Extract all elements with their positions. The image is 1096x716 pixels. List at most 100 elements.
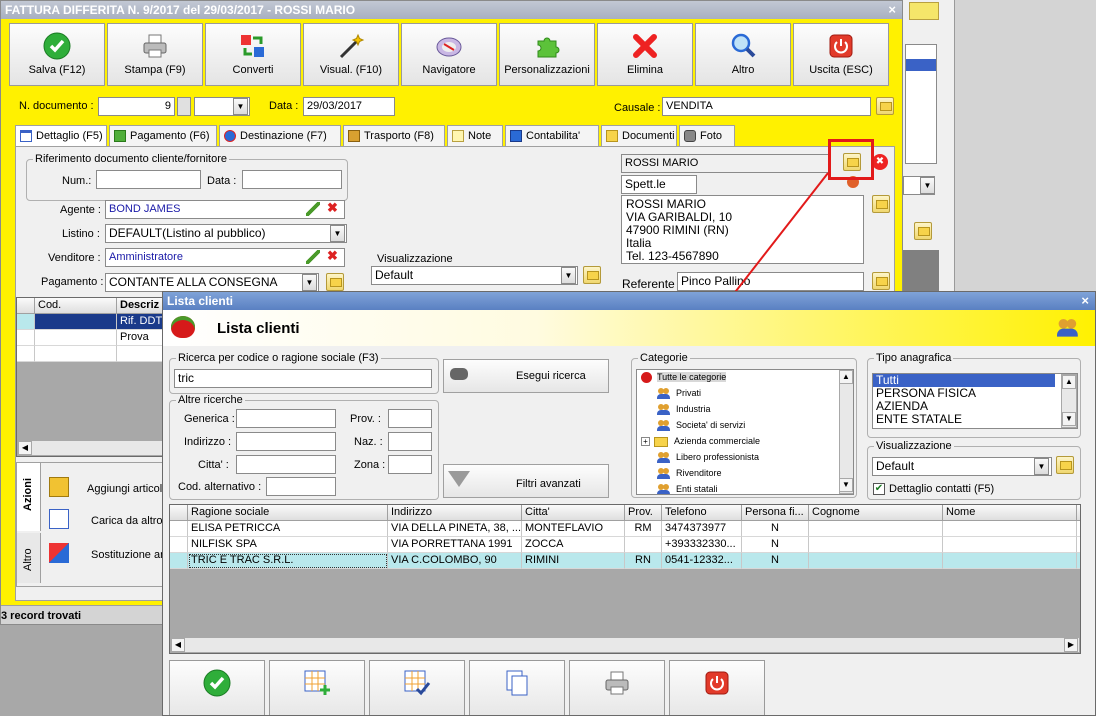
- background-dropdown-arrow[interactable]: ▼: [920, 177, 935, 194]
- tab-trasporto[interactable]: Trasporto (F8): [343, 125, 445, 146]
- agent-edit-icon[interactable]: [306, 202, 320, 216]
- select-button[interactable]: [169, 660, 265, 715]
- date-field[interactable]: 29/03/2017: [303, 97, 395, 116]
- table-row-cell[interactable]: [943, 553, 1077, 569]
- table-row-cell[interactable]: NILFISK SPA: [188, 537, 388, 553]
- table-row-cell[interactable]: Li: [1077, 521, 1080, 537]
- type-item[interactable]: ENTE STATALE: [873, 413, 1077, 426]
- exit-button[interactable]: Uscita (ESC): [793, 23, 889, 86]
- save-button[interactable]: Salva (F12): [9, 23, 105, 86]
- print-button[interactable]: Stampa (F9): [107, 23, 203, 86]
- view-folder-icon[interactable]: [583, 266, 601, 284]
- view-button[interactable]: Visual. (F10): [303, 23, 399, 86]
- side-tab-azioni[interactable]: Azioni: [17, 463, 41, 531]
- grid-header-cod[interactable]: Cod.: [35, 298, 117, 314]
- new-button[interactable]: [269, 660, 365, 715]
- type-scroll-down[interactable]: ▼: [1062, 412, 1076, 426]
- tab-pagamento[interactable]: Pagamento (F6): [109, 125, 217, 146]
- tab-destinazione[interactable]: Destinazione (F7): [219, 125, 341, 146]
- category-item[interactable]: Tutte le categorie: [641, 372, 727, 383]
- customer-clear-icon[interactable]: ✖: [872, 154, 888, 170]
- ref-date-field[interactable]: [242, 170, 342, 189]
- price-list-field[interactable]: DEFAULT(Listino al pubblico): [105, 224, 347, 243]
- table-row-cell[interactable]: Li: [1077, 553, 1080, 569]
- category-item[interactable]: Societa' di servizi: [657, 420, 745, 432]
- grid-cell-cod[interactable]: [35, 330, 117, 346]
- category-item[interactable]: Enti statali: [657, 484, 718, 494]
- column-header[interactable]: Indirizzo: [388, 505, 522, 521]
- invoice-close-icon[interactable]: ×: [888, 1, 896, 19]
- categories-scroll-down[interactable]: ▼: [839, 478, 853, 492]
- zone-field[interactable]: [388, 455, 432, 474]
- column-header[interactable]: Telefono: [662, 505, 742, 521]
- categories-scrollbar[interactable]: [839, 370, 853, 494]
- row-marker[interactable]: [170, 537, 188, 553]
- category-item[interactable]: + Azienda commerciale: [641, 436, 760, 447]
- table-row-cell[interactable]: N: [742, 553, 809, 569]
- payment-folder-icon[interactable]: [326, 273, 344, 291]
- categories-scroll-up[interactable]: ▲: [839, 370, 853, 384]
- other-button[interactable]: Altro: [695, 23, 791, 86]
- alt-code-field[interactable]: [266, 477, 336, 496]
- search-input[interactable]: tric: [174, 369, 432, 388]
- category-item[interactable]: Privati: [657, 388, 701, 400]
- action-replace[interactable]: Sostituzione ar: [47, 539, 175, 569]
- tab-documenti[interactable]: Documenti: [601, 125, 677, 146]
- grid-cell-empty[interactable]: [35, 346, 117, 362]
- column-header[interactable]: Nome: [943, 505, 1077, 521]
- grid-horizontal-scrollbar[interactable]: [17, 440, 175, 456]
- grid-row-marker[interactable]: [17, 314, 35, 330]
- clients-view-select[interactable]: Default: [872, 457, 1052, 476]
- prov-field[interactable]: [388, 409, 432, 428]
- table-row-cell[interactable]: [943, 537, 1077, 553]
- grid-row-marker[interactable]: [17, 330, 35, 346]
- table-row-cell[interactable]: [809, 537, 943, 553]
- category-item[interactable]: Rivenditore: [657, 468, 722, 480]
- view-select[interactable]: Default: [371, 266, 578, 285]
- table-row-cell[interactable]: [809, 553, 943, 569]
- table-row-cell[interactable]: [625, 537, 662, 553]
- table-row-cell[interactable]: 0541-12332...: [662, 553, 742, 569]
- clients-scroll-right[interactable]: ▶: [1064, 638, 1078, 652]
- table-row-cell[interactable]: VIA DELLA PINETA, 38, ...: [388, 521, 522, 537]
- action-add-article[interactable]: Aggiungi articol: [47, 473, 175, 503]
- table-row-cell[interactable]: N: [742, 521, 809, 537]
- table-row-cell[interactable]: 3474373977: [662, 521, 742, 537]
- document-number-field[interactable]: 9: [98, 97, 175, 116]
- naz-field[interactable]: [388, 432, 432, 451]
- table-row-cell[interactable]: MONTEFLAVIO: [522, 521, 625, 537]
- seller-clear-icon[interactable]: ✖: [327, 248, 338, 264]
- contact-details-checkbox[interactable]: ✔: [873, 483, 885, 495]
- row-marker[interactable]: [170, 521, 188, 537]
- delete-button[interactable]: Elimina: [597, 23, 693, 86]
- generic-field[interactable]: [236, 409, 336, 428]
- agent-clear-icon[interactable]: ✖: [327, 200, 338, 216]
- causale-folder-icon[interactable]: [876, 97, 894, 115]
- search-button[interactable]: Esegui ricerca: [443, 359, 609, 393]
- category-item[interactable]: Industria: [657, 404, 711, 416]
- row-marker[interactable]: [170, 553, 188, 569]
- expand-icon[interactable]: +: [641, 437, 650, 446]
- table-row-cell[interactable]: ELISA PETRICCA: [188, 521, 388, 537]
- causale-field[interactable]: VENDITA: [662, 97, 871, 116]
- document-number-spinner[interactable]: [177, 97, 191, 116]
- table-row-cell[interactable]: RIMINI: [522, 553, 625, 569]
- table-row-cell[interactable]: VIA PORRETTANA 1991: [388, 537, 522, 553]
- table-row-cell[interactable]: RM: [625, 521, 662, 537]
- column-header[interactable]: Cognome: [809, 505, 943, 521]
- table-row-cell[interactable]: +393332330...: [662, 537, 742, 553]
- column-header[interactable]: Prov.: [625, 505, 662, 521]
- price-list-arrow[interactable]: ▼: [330, 225, 345, 242]
- seller-edit-icon[interactable]: [306, 250, 320, 264]
- category-item[interactable]: Libero professionista: [657, 452, 759, 464]
- tab-note[interactable]: Note: [447, 125, 503, 146]
- side-tab-altro[interactable]: Altro: [17, 533, 41, 583]
- clients-view-folder-icon[interactable]: [1056, 456, 1074, 474]
- exit-list-button[interactable]: [669, 660, 765, 715]
- column-header[interactable]: Persona fi...: [742, 505, 809, 521]
- grid-scroll-left-arrow[interactable]: ◀: [18, 441, 32, 455]
- table-row-cell[interactable]: VIA C.COLOMBO, 90: [388, 553, 522, 569]
- table-row-cell[interactable]: N: [742, 537, 809, 553]
- column-header[interactable]: Ragione sociale: [188, 505, 388, 521]
- table-row-cell[interactable]: TRIC E TRAC S.R.L.: [188, 553, 388, 569]
